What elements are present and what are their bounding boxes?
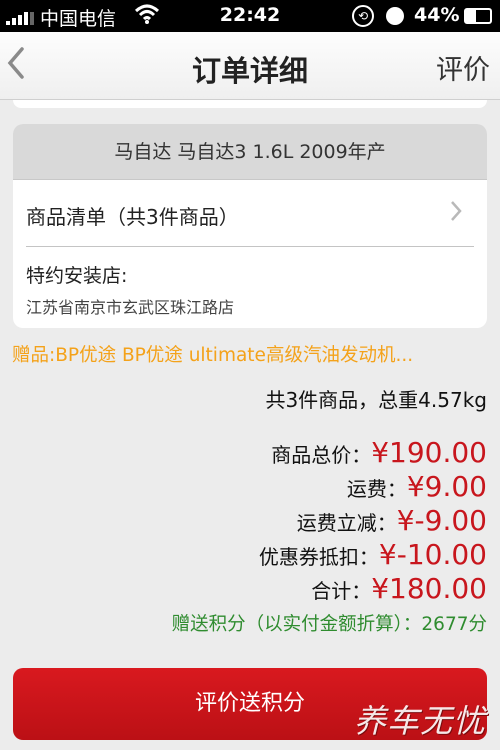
goods-list-row[interactable]: 商品清单（共3件商品） [13, 181, 487, 247]
nav-bar: 订单详细 评价 [0, 32, 500, 100]
price-label: 运费立减 [296, 511, 377, 535]
gift-text: 赠品:BP优途 BP优途 ultimate高级汽油发动机... [12, 345, 414, 366]
watermark-logo: 养车无忧 [353, 702, 486, 740]
price-row-total: 合计：¥180.00 [311, 572, 487, 605]
price-row-subtotal: 商品总价：¥190.00 [271, 436, 487, 469]
goods-list-label: 商品清单（共3件商品） [26, 205, 239, 229]
price-row-coupon: 优惠券抵扣：¥-10.00 [258, 538, 487, 571]
rotation-lock-icon: ⟲ [352, 5, 374, 27]
price-amount: ¥-9.00 [396, 504, 487, 537]
divider [26, 246, 474, 247]
alarm-icon [386, 7, 404, 25]
battery-percent: 44% [414, 4, 460, 26]
price-amount: ¥180.00 [371, 572, 487, 605]
points-text: 赠送积分（以实付金额折算）：2677分 [171, 614, 487, 635]
price-amount: ¥-10.00 [378, 538, 487, 571]
previous-card-edge [0, 100, 500, 114]
price-label: 商品总价 [271, 443, 352, 467]
store-address: 江苏省南京市玄武区珠江路店 [26, 298, 235, 317]
price-label: 合计 [311, 579, 352, 603]
order-card: 马自达 马自达3 1.6L 2009年产 商品清单（共3件商品） 特约安装店: … [13, 124, 487, 328]
order-summary: 共3件商品，总重4.57kg [265, 388, 487, 412]
vehicle-header: 马自达 马自达3 1.6L 2009年产 [13, 124, 487, 180]
price-label: 优惠券抵扣 [258, 545, 359, 569]
price-label: 运费 [346, 477, 387, 501]
price-amount: ¥9.00 [406, 470, 487, 503]
price-row-shipping: 运费：¥9.00 [346, 470, 487, 503]
status-bar: 中国电信 22:42 ⟲ 44% [0, 0, 500, 32]
page-title: 订单详细 [191, 54, 308, 88]
battery-icon [464, 8, 492, 24]
store-label: 特约安装店: [26, 265, 128, 287]
price-amount: ¥190.00 [371, 436, 487, 469]
chevron-right-icon [449, 199, 463, 230]
rate-button[interactable]: 评价 [436, 48, 490, 87]
price-row-shipping-discount: 运费立减：¥-9.00 [296, 504, 487, 537]
